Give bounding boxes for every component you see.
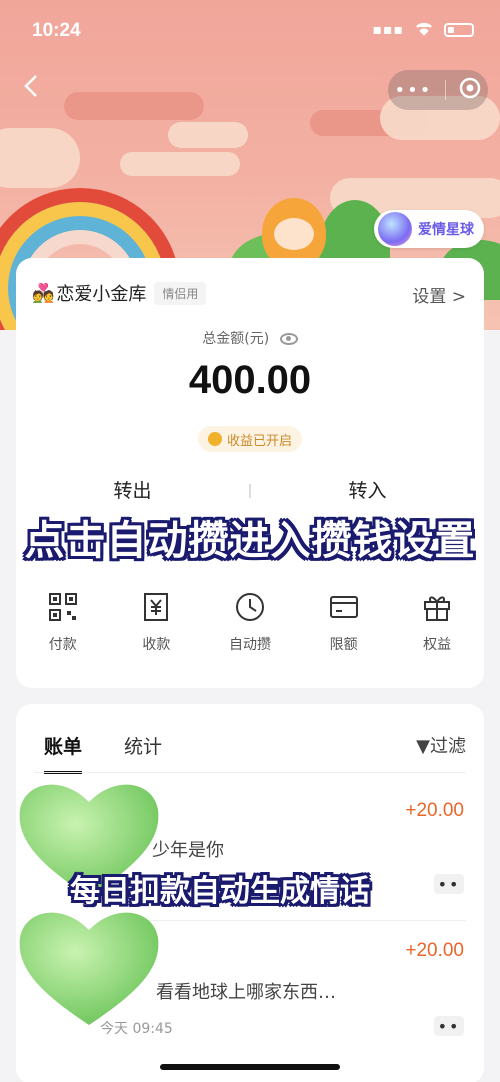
- battery-icon: [444, 23, 474, 37]
- coin-icon: [208, 432, 222, 446]
- tool-receive[interactable]: 收款: [116, 590, 196, 654]
- total-amount-label: 总金额(元): [202, 331, 270, 347]
- filter-button[interactable]: ▼过滤: [416, 732, 466, 758]
- transfer-in-button[interactable]: 转入: [251, 476, 484, 503]
- clock-icon: [233, 590, 267, 624]
- bill-more-button[interactable]: ••: [434, 874, 464, 894]
- love-planet-button[interactable]: 爱情星球: [374, 210, 484, 248]
- total-label-row: 总金额(元): [16, 328, 484, 348]
- status-bar: 10:24 ▪▪▪: [0, 0, 500, 64]
- status-time: 10:24: [32, 20, 81, 41]
- close-mini-program-button[interactable]: [459, 77, 481, 103]
- yen-receipt-icon: [139, 590, 173, 624]
- tool-benefits-label: 权益: [423, 637, 452, 653]
- bill-more-button[interactable]: ••: [434, 1016, 464, 1036]
- tool-pay[interactable]: 付款: [23, 590, 103, 654]
- planet-icon: [378, 212, 412, 246]
- qr-code-icon: [46, 590, 80, 624]
- bill-note: 看看地球上哪家东西…: [156, 982, 336, 1003]
- gift-icon: [420, 590, 454, 624]
- tab-bill[interactable]: 账单: [44, 732, 83, 774]
- card-icon: [327, 590, 361, 624]
- love-planet-label: 爱情星球: [418, 222, 474, 238]
- tool-benefits[interactable]: 权益: [397, 590, 477, 654]
- tab-stats[interactable]: 统计: [124, 732, 162, 774]
- bill-amount: +20.00: [405, 940, 464, 961]
- back-button[interactable]: [18, 72, 46, 100]
- overlay-caption-bottom: 每日扣款自动生成情话: [70, 874, 370, 909]
- tool-receive-label: 收款: [142, 637, 171, 653]
- eye-icon[interactable]: [279, 333, 298, 345]
- chevron-left-icon: [24, 75, 37, 97]
- target-icon: [460, 77, 481, 99]
- account-tag: 情侣用: [154, 281, 207, 305]
- couple-emoji-icon: 💑: [32, 282, 55, 304]
- tool-limit-label: 限额: [329, 637, 358, 653]
- signal-icon: ▪▪▪: [372, 22, 404, 38]
- tool-grid: 付款 收款 自动攒 限额 权益: [16, 590, 484, 654]
- transfer-out-button[interactable]: 转出: [16, 476, 249, 503]
- income-badge[interactable]: 收益已开启: [198, 426, 303, 452]
- tool-auto-save-label: 自动攒: [228, 637, 271, 653]
- overlay-caption-top: 点击自动攒进入攒钱设置: [24, 518, 476, 564]
- more-button[interactable]: •••: [395, 80, 433, 101]
- tool-auto-save[interactable]: 自动攒: [210, 590, 290, 654]
- filter-label: 过滤: [430, 736, 466, 757]
- wifi-icon: [414, 20, 434, 40]
- filter-icon: ▼: [416, 736, 430, 757]
- income-label: 收益已开启: [227, 433, 293, 449]
- tool-pay-label: 付款: [48, 637, 77, 653]
- green-heart-sticker: [19, 912, 159, 1025]
- home-indicator[interactable]: [160, 1064, 340, 1070]
- bill-amount: +20.00: [405, 800, 464, 821]
- mini-program-capsule: •••: [388, 70, 488, 110]
- account-name: 恋爱小金库: [56, 284, 147, 305]
- settings-link[interactable]: 设置 >: [412, 282, 466, 307]
- tool-limit[interactable]: 限额: [304, 590, 384, 654]
- total-amount: 400.00: [188, 358, 312, 402]
